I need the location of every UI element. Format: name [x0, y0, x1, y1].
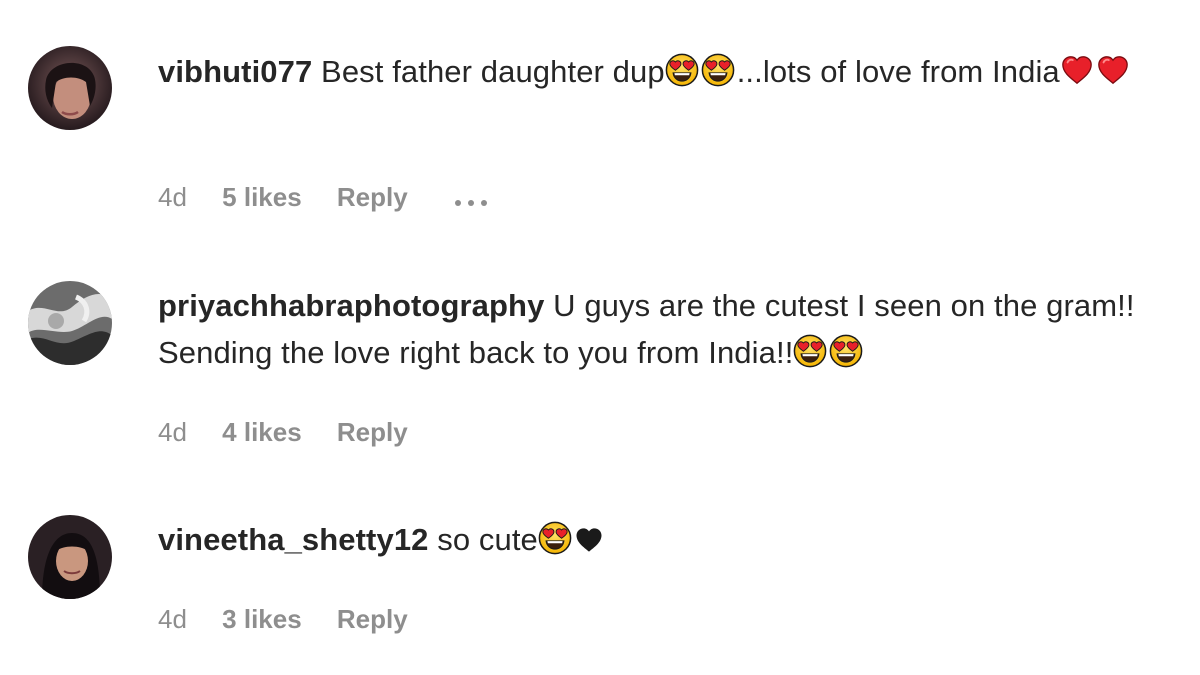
- comment-username[interactable]: vibhuti077: [158, 54, 312, 89]
- avatar[interactable]: [28, 281, 112, 365]
- black-heart-emoji-icon: [574, 525, 604, 555]
- red-heart-emoji-icon: [1060, 53, 1094, 87]
- heart-eyes-emoji-icon: [793, 334, 827, 368]
- more-options-icon[interactable]: [453, 184, 493, 215]
- comment-text: vineetha_shetty12 so cute: [158, 516, 1178, 563]
- reply-button[interactable]: Reply: [337, 417, 408, 448]
- comment-text: vibhuti077 Best father daughter dup ...lo…: [158, 48, 1178, 95]
- comment-timestamp[interactable]: 4d: [158, 604, 187, 635]
- comment-timestamp[interactable]: 4d: [158, 182, 187, 213]
- comment-likes[interactable]: 3 likes: [222, 604, 302, 635]
- heart-eyes-emoji-icon: [701, 53, 735, 87]
- comment-text: priyachhabraphotography U guys are the c…: [158, 282, 1178, 376]
- comment-timestamp[interactable]: 4d: [158, 417, 187, 448]
- heart-eyes-emoji-icon: [829, 334, 863, 368]
- heart-eyes-emoji-icon: [538, 521, 572, 555]
- comment-username[interactable]: priyachhabraphotography: [158, 288, 544, 323]
- comment-likes[interactable]: 5 likes: [222, 182, 302, 213]
- red-heart-emoji-icon: [1096, 53, 1130, 87]
- comment-meta: 4d 4 likes Reply: [158, 417, 436, 448]
- avatar[interactable]: [28, 515, 112, 599]
- comment-list: vibhuti077 Best father daughter dup ...lo…: [0, 0, 1200, 675]
- avatar[interactable]: [28, 46, 112, 130]
- comment-text-part: so cute: [437, 522, 538, 557]
- comment-text-part: ...lots of love from India: [736, 54, 1060, 89]
- comment-text-part: Best father daughter dup: [321, 54, 665, 89]
- reply-button[interactable]: Reply: [337, 604, 408, 635]
- heart-eyes-emoji-icon: [665, 53, 699, 87]
- comment-likes[interactable]: 4 likes: [222, 417, 302, 448]
- reply-button[interactable]: Reply: [337, 182, 408, 213]
- comment-meta: 4d 5 likes Reply: [158, 182, 521, 215]
- comment-username[interactable]: vineetha_shetty12: [158, 522, 429, 557]
- comment-meta: 4d 3 likes Reply: [158, 604, 436, 635]
